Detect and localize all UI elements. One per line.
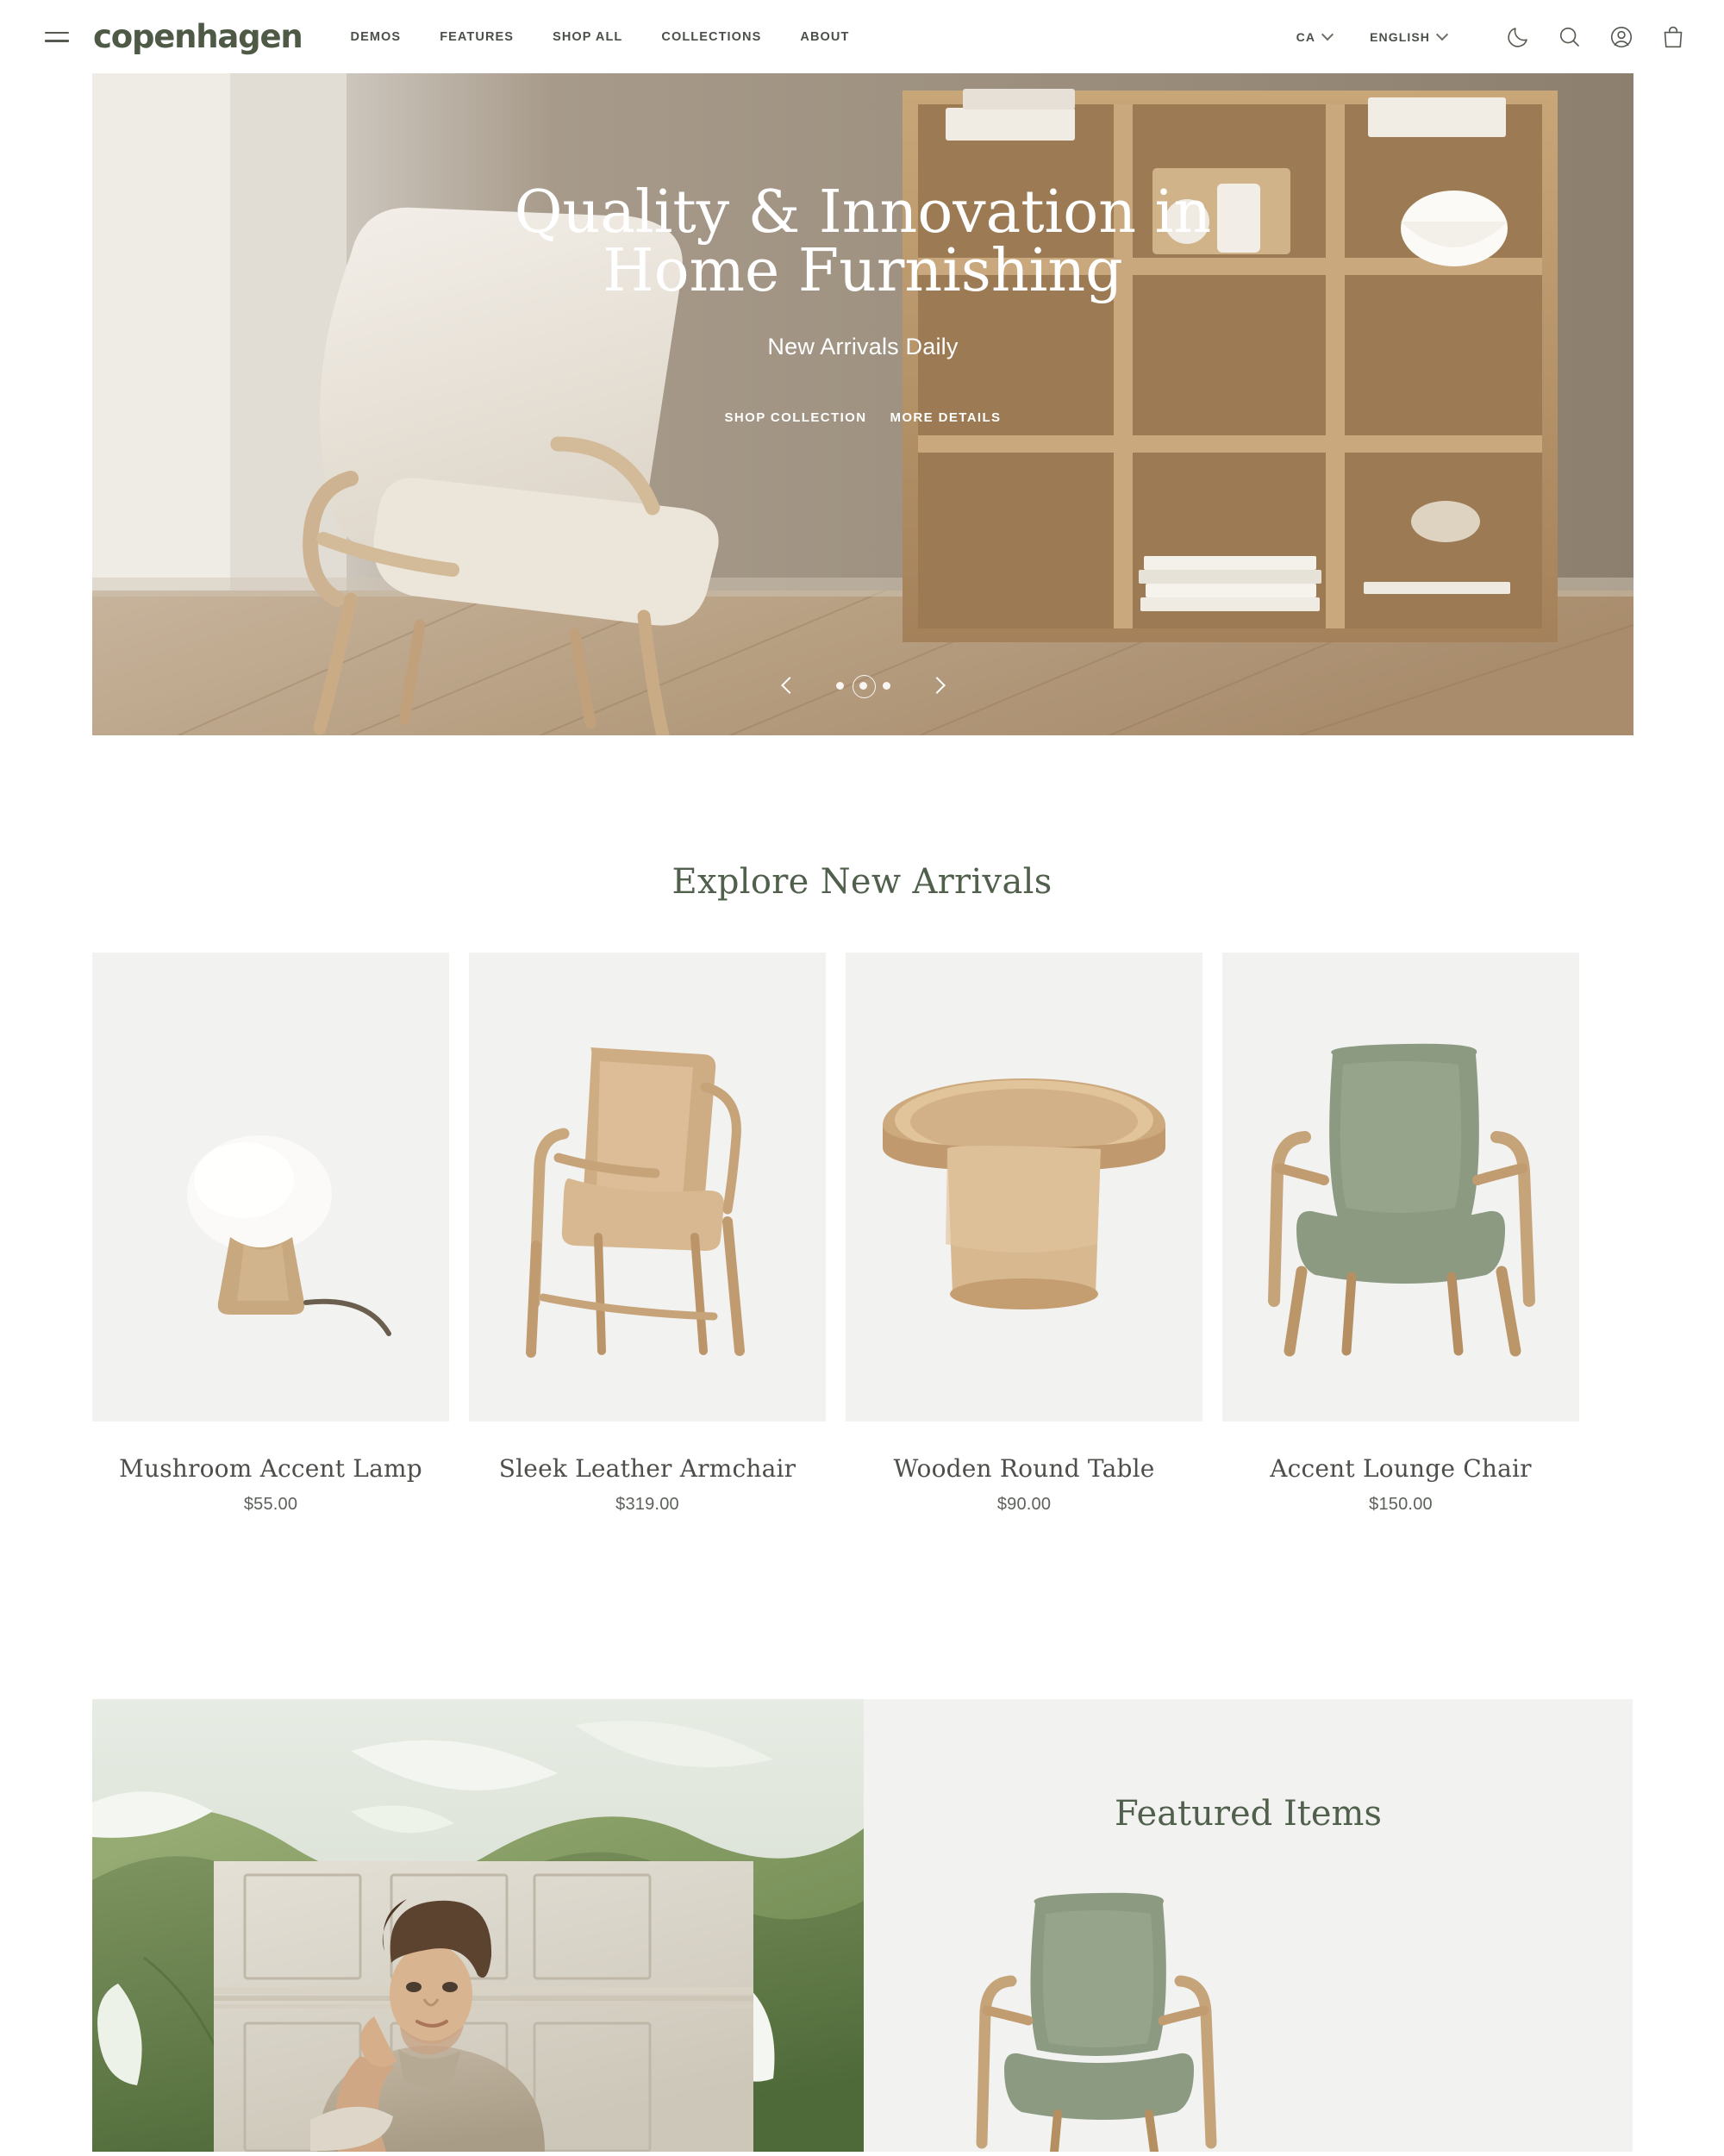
country-selector[interactable]: CA	[1296, 28, 1334, 44]
hamburger-menu-icon[interactable]	[45, 28, 71, 47]
moon-icon[interactable]	[1505, 24, 1531, 50]
man-portrait-image	[214, 1861, 753, 2152]
country-selector-value: CA	[1296, 29, 1316, 44]
featured-right-panel: Featured Items	[864, 1699, 1633, 2156]
hero-subtitle: New Arrivals Daily	[767, 334, 959, 359]
account-icon[interactable]	[1608, 24, 1634, 50]
carousel-dot-1[interactable]	[835, 681, 844, 690]
new-arrivals-heading: Explore New Arrivals	[671, 862, 1053, 902]
nav-item-demos[interactable]: DEMOS	[351, 30, 402, 44]
site-logo[interactable]: copenhagen	[93, 21, 303, 53]
nav-item-features[interactable]: FEATURES	[440, 30, 514, 44]
header-icon-group	[1505, 24, 1686, 50]
nav-item-collections[interactable]: COLLECTIONS	[661, 30, 761, 44]
main-navigation: DEMOS FEATURES SHOP ALL COLLECTIONS ABOU…	[351, 30, 850, 44]
search-icon[interactable]	[1557, 24, 1583, 50]
product-name: Sleek Leather Armchair	[498, 1454, 796, 1483]
hero-title: Quality & Innovation in Home Furnishing	[514, 178, 1212, 305]
hero-banner: Quality & Innovation in Home Furnishing …	[92, 73, 1633, 735]
nav-item-shop-all[interactable]: SHOP ALL	[553, 30, 622, 44]
carousel-dots	[835, 674, 890, 698]
product-name: Accent Lounge Chair	[1270, 1454, 1532, 1483]
cart-icon[interactable]	[1660, 24, 1686, 50]
accent-lounge-chair-image	[1222, 953, 1579, 1422]
site-header: copenhagen DEMOS FEATURES SHOP ALL COLLE…	[0, 0, 1724, 73]
language-selector-value: ENGLISH	[1370, 29, 1430, 44]
product-card[interactable]: Accent Lounge Chair $150.00	[1222, 953, 1579, 1515]
leather-armchair-image	[469, 953, 826, 1422]
language-selector[interactable]: ENGLISH	[1370, 28, 1449, 44]
chevron-down-icon	[1435, 28, 1449, 41]
green-accent-chair-image[interactable]	[946, 1884, 1308, 2156]
hero-content: Quality & Innovation in Home Furnishing …	[92, 73, 1633, 735]
product-card[interactable]: Sleek Leather Armchair $319.00	[469, 953, 826, 1515]
nav-item-about[interactable]: ABOUT	[800, 30, 849, 44]
chevron-right-icon[interactable]	[920, 668, 954, 703]
mushroom-lamp-image	[92, 953, 449, 1422]
product-name: Mushroom Accent Lamp	[119, 1454, 422, 1483]
product-price: $319.00	[615, 1495, 679, 1514]
header-right-cluster: CA ENGLISH	[1296, 24, 1686, 50]
product-price: $90.00	[996, 1495, 1052, 1514]
product-price: $150.00	[1369, 1495, 1433, 1514]
hero-carousel-controls	[92, 668, 1633, 703]
shop-collection-button[interactable]: SHOP COLLECTION	[725, 410, 867, 425]
wooden-round-table-image	[846, 953, 1202, 1422]
chevron-left-icon[interactable]	[772, 668, 807, 703]
featured-section: Featured Items	[92, 1699, 1633, 2156]
carousel-dot-3[interactable]	[882, 681, 890, 690]
more-details-button[interactable]: MORE DETAILS	[890, 410, 1001, 425]
product-card[interactable]: Wooden Round Table $90.00	[846, 953, 1202, 1515]
chevron-down-icon	[1321, 28, 1334, 41]
new-arrivals-grid: Mushroom Accent Lamp $55.00 Sleek Leathe…	[92, 953, 1633, 1515]
product-name: Wooden Round Table	[893, 1454, 1155, 1483]
hero-cta-group: SHOP COLLECTION MORE DETAILS	[725, 410, 1002, 425]
product-price: $55.00	[243, 1495, 298, 1514]
carousel-dot-2[interactable]	[852, 674, 876, 698]
product-card[interactable]: Mushroom Accent Lamp $55.00	[92, 953, 449, 1515]
featured-items-heading: Featured Items	[1114, 1794, 1383, 1834]
featured-left-panel	[92, 1699, 864, 2152]
